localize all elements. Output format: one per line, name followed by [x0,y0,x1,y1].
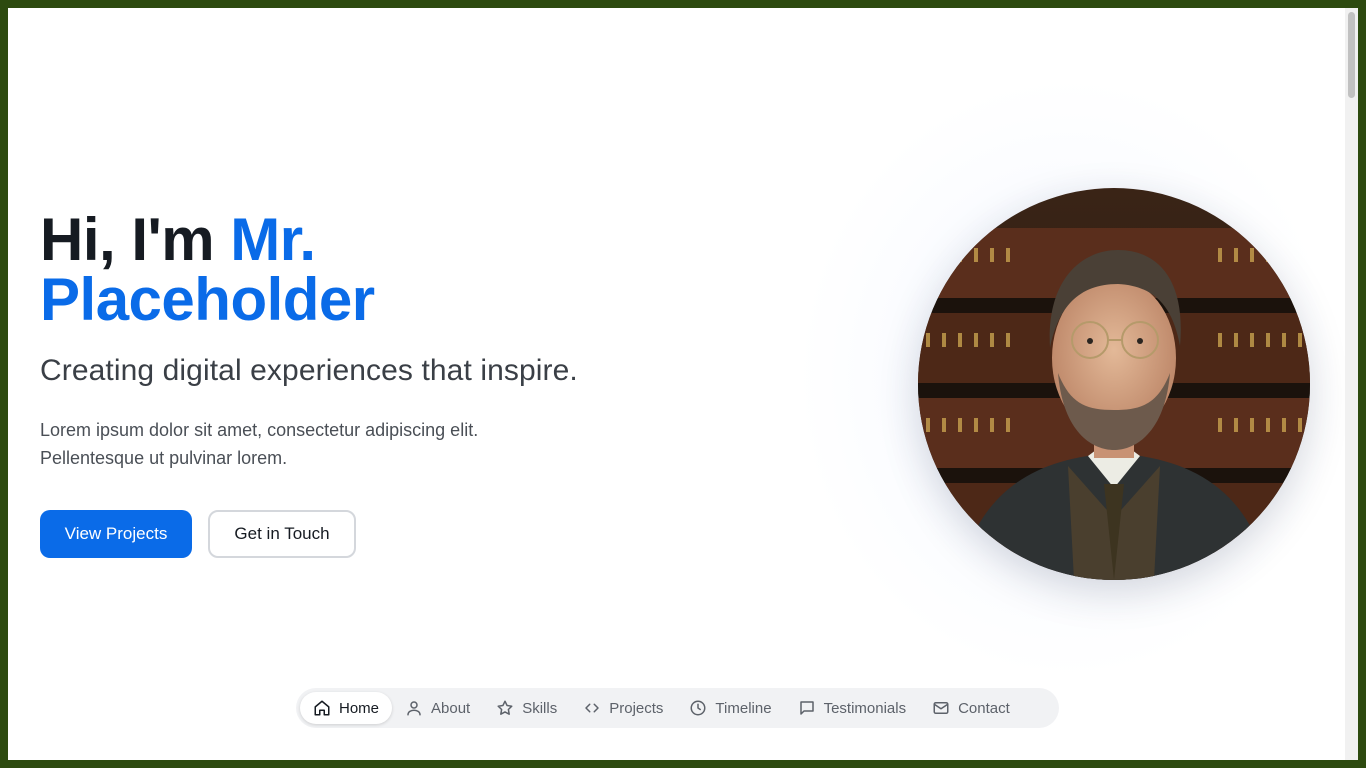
bottom-navigation: Home About Skills Projects Timeline Test… [296,688,1059,728]
hero-description: Lorem ipsum dolor sit amet, consectetur … [40,416,560,472]
nav-item-label: Projects [609,699,664,717]
hero-description-line-1: Lorem ipsum dolor sit amet, consectetur … [40,420,479,440]
hero-subtitle: Creating digital experiences that inspir… [40,354,578,387]
clock-icon [690,700,706,716]
message-icon [799,701,814,715]
portrait-illustration [918,188,1310,580]
nav-item-label: Skills [522,699,558,717]
hero-name-first: Mr. [230,206,316,273]
home-icon [314,700,330,716]
nav-item-home[interactable]: Home [300,692,393,724]
code-icon [585,703,599,713]
nav-item-label: Contact [958,699,1010,717]
user-icon [407,701,421,716]
hero-greeting: Hi, I'm [40,206,231,273]
nav-item-timeline[interactable]: Timeline [676,692,784,724]
nav-item-about[interactable]: About [392,692,483,724]
view-projects-button[interactable]: View Projects [40,510,192,558]
hero-name-last: Placeholder [40,266,375,333]
nav-item-skills[interactable]: Skills [483,692,570,724]
nav-item-label: About [431,699,471,717]
nav-item-label: Home [339,699,380,717]
nav-item-projects[interactable]: Projects [570,692,676,724]
profile-portrait [918,188,1310,580]
nav-item-label: Timeline [715,699,772,717]
scrollbar-thumb[interactable] [1348,12,1355,98]
get-in-touch-button[interactable]: Get in Touch [208,510,356,558]
hero-heading: Hi, I'm Mr. Placeholder [40,210,375,330]
nav-item-testimonials[interactable]: Testimonials [785,692,920,724]
nav-item-label: Testimonials [823,699,907,717]
page-scrollbar[interactable] [1345,8,1358,760]
mail-icon [933,702,949,714]
browser-viewport: Hi, I'm Mr. Placeholder Creating digital … [8,8,1345,760]
hero-description-line-2: Pellentesque ut pulvinar lorem. [40,448,288,468]
nav-item-contact[interactable]: Contact [919,692,1023,724]
star-icon [497,700,513,715]
